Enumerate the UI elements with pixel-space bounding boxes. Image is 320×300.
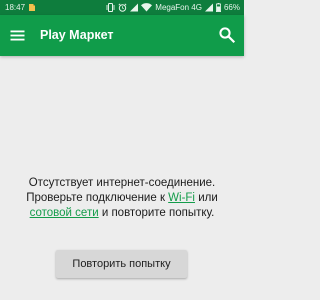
carrier-label: MegaFon 4G bbox=[155, 3, 202, 12]
notification-icon bbox=[29, 4, 35, 11]
hamburger-menu-icon[interactable] bbox=[9, 27, 26, 44]
wifi-icon bbox=[141, 3, 153, 12]
wifi-settings-link[interactable]: Wi-Fi bbox=[168, 192, 195, 204]
status-time: 18:47 bbox=[5, 3, 26, 12]
cellular-signal-icon bbox=[204, 3, 213, 12]
system-icons: MegaFon 4G 66% bbox=[106, 0, 240, 15]
search-icon[interactable] bbox=[218, 26, 236, 44]
app-title: Play Маркет bbox=[40, 28, 114, 42]
vibrate-icon bbox=[106, 3, 115, 12]
mobile-network-settings-link[interactable]: сотовой сети bbox=[30, 207, 99, 219]
no-connection-message: Отсутствует интернет-соединение. Проверь… bbox=[8, 176, 236, 221]
signal-icon bbox=[130, 3, 139, 12]
battery-percent: 66% bbox=[223, 3, 240, 12]
battery-icon bbox=[215, 3, 221, 12]
message-text-after: и повторите попытку. bbox=[98, 207, 215, 219]
retry-button[interactable]: Повторить попытку bbox=[56, 250, 187, 278]
message-text-middle: или bbox=[195, 192, 218, 204]
alarm-icon bbox=[118, 3, 127, 12]
status-bar: 18:47 MegaFon 4G 66% bbox=[0, 0, 244, 15]
app-bar: Play Маркет bbox=[0, 15, 244, 56]
